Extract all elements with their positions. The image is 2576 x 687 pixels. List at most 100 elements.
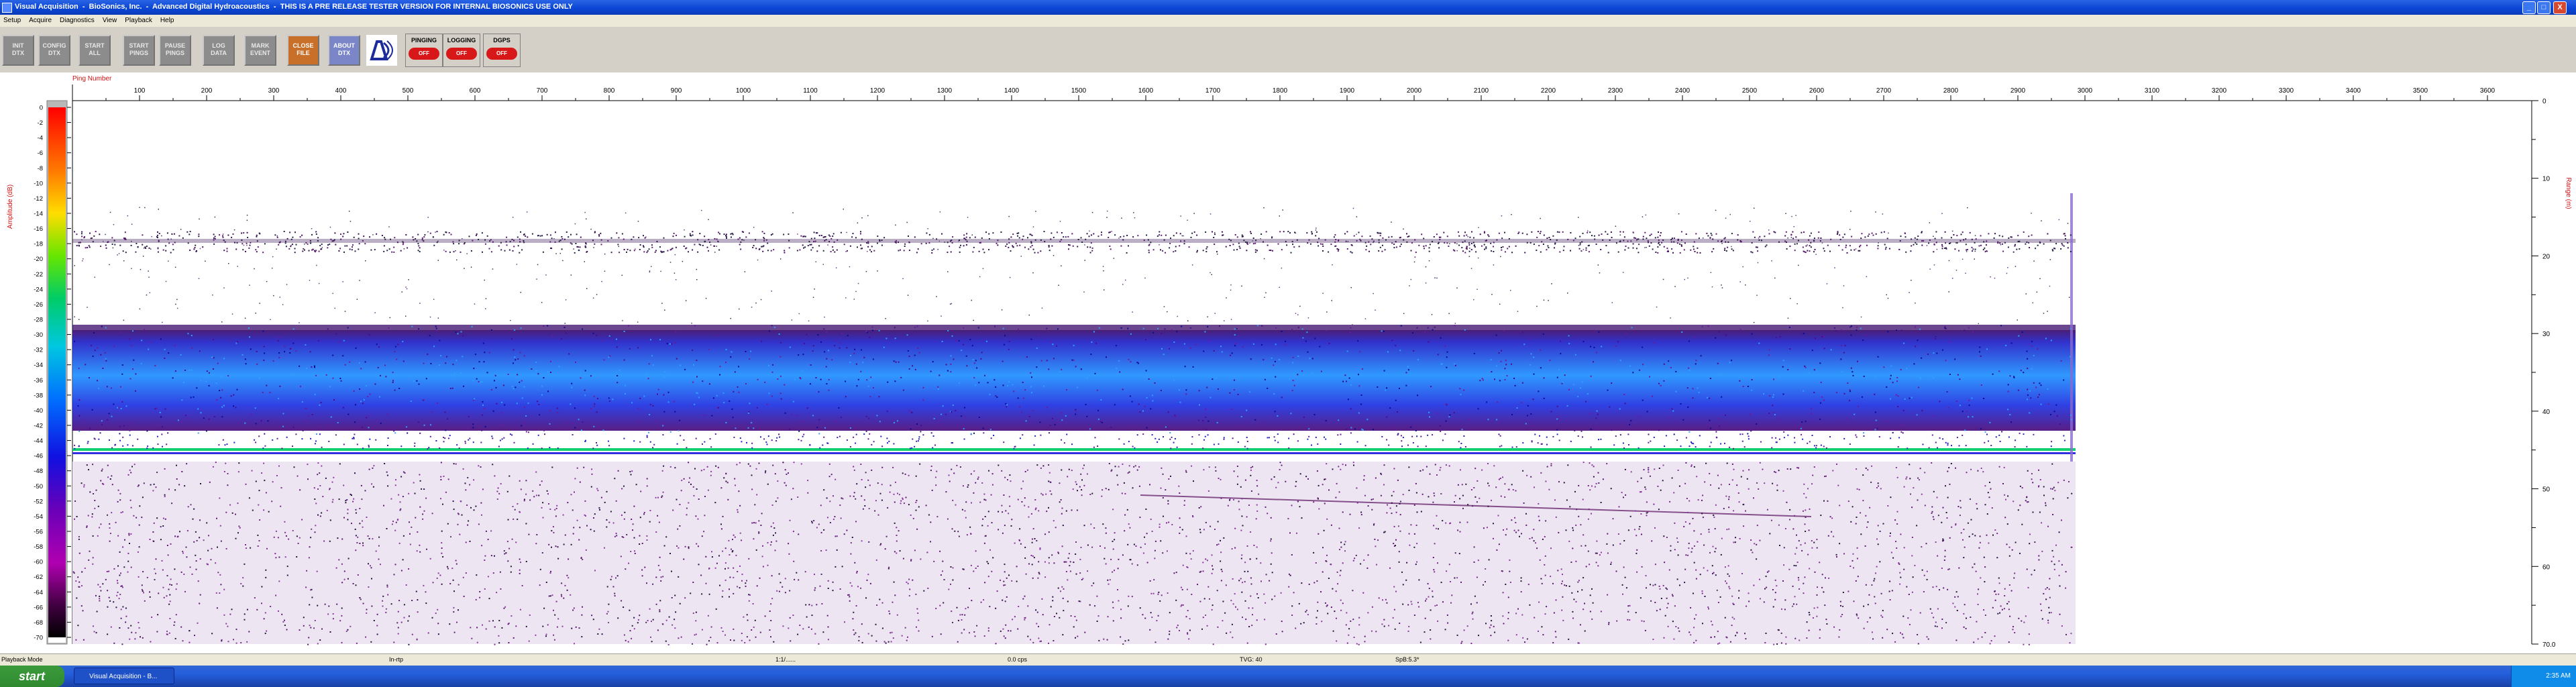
echo-speck <box>1525 423 1527 425</box>
echo-speck <box>1353 637 1355 638</box>
echo-speck <box>1666 248 1668 250</box>
echo-speck <box>1449 243 1450 244</box>
echo-speck <box>1864 236 1866 238</box>
echo-speck <box>865 415 867 417</box>
echo-speck <box>1061 265 1062 266</box>
menu-playback[interactable]: Playback <box>121 15 157 24</box>
echo-speck <box>1935 541 1937 543</box>
close-button[interactable]: X <box>2553 1 2567 14</box>
echo-speck <box>910 514 912 516</box>
echo-speck <box>1580 250 1582 252</box>
menu-view[interactable]: View <box>99 15 122 24</box>
echo-speck <box>1632 372 1634 374</box>
echo-speck <box>1413 533 1415 535</box>
echo-speck <box>1487 505 1489 507</box>
echo-speck <box>1208 339 1210 341</box>
echo-speck <box>1428 341 1430 343</box>
echo-speck <box>308 250 310 252</box>
echo-speck <box>2014 245 2016 247</box>
echo-speck <box>1338 248 1340 250</box>
echo-speck <box>1263 241 1264 243</box>
echo-speck <box>1855 248 1857 250</box>
echo-speck <box>425 497 427 499</box>
echo-speck <box>1240 529 1242 531</box>
echo-speck <box>1420 511 1422 513</box>
echo-speck <box>2055 243 2057 245</box>
button-label: DTX <box>338 50 350 56</box>
echo-speck <box>607 240 609 242</box>
echo-speck <box>665 640 667 642</box>
echo-speck <box>1874 393 1876 395</box>
echo-speck <box>113 224 115 225</box>
config-dtx-button[interactable]: CONFIG DTX <box>38 35 70 66</box>
echo-speck <box>1774 414 1776 416</box>
echo-speck <box>1101 495 1103 497</box>
echo-speck <box>1464 240 1466 242</box>
echo-speck <box>525 235 527 237</box>
echo-speck <box>987 382 989 384</box>
echo-speck <box>234 242 235 244</box>
echo-speck <box>755 302 757 304</box>
init-dtx-button[interactable]: INIT DTX <box>2 35 34 66</box>
echo-speck <box>855 498 857 500</box>
start-all-button[interactable]: START ALL <box>78 35 111 66</box>
echo-speck <box>315 233 317 235</box>
echo-speck <box>1759 462 1761 464</box>
echo-speck <box>1813 607 1815 609</box>
echo-speck <box>1440 493 1442 494</box>
echo-speck <box>1242 346 1244 348</box>
echo-speck <box>1132 311 1133 313</box>
echo-speck <box>547 390 549 392</box>
echo-speck <box>187 417 189 419</box>
echo-speck <box>1809 250 1811 252</box>
echo-speck <box>1388 236 1390 238</box>
menu-diagnostics[interactable]: Diagnostics <box>56 15 99 24</box>
echo-speck <box>2029 412 2031 414</box>
pause-pings-button[interactable]: PAUSE PINGS <box>159 35 191 66</box>
minimize-button[interactable]: _ <box>2522 1 2536 14</box>
menu-setup[interactable]: Setup <box>0 15 25 24</box>
echo-speck <box>1214 232 1216 233</box>
echo-speck <box>1680 244 1682 246</box>
echo-speck <box>1874 411 1876 413</box>
echo-speck <box>290 246 292 248</box>
echo-speck <box>914 368 916 370</box>
echo-speck <box>452 500 454 503</box>
echo-speck <box>1439 425 1441 427</box>
echo-speck <box>1392 617 1394 619</box>
menu-acquire[interactable]: Acquire <box>25 15 56 24</box>
echo-speck <box>1066 389 1067 390</box>
echo-speck <box>517 374 519 376</box>
echo-speck <box>833 233 835 235</box>
button-label: FILE <box>297 50 310 56</box>
echo-speck <box>1766 509 1768 511</box>
echo-speck <box>1328 342 1330 344</box>
maximize-button[interactable]: □ <box>2537 1 2551 14</box>
echo-speck <box>1578 248 1580 250</box>
echo-speck <box>1385 389 1387 391</box>
echo-speck <box>1346 612 1348 614</box>
log-data-button[interactable]: LOG DATA <box>203 35 235 66</box>
echo-speck <box>1030 241 1032 243</box>
dgps-indicator: DGPS OFF <box>483 34 521 67</box>
echo-speck <box>245 250 246 252</box>
echo-speck <box>759 429 761 431</box>
echo-speck <box>1324 239 1326 241</box>
echo-speck <box>1432 241 1433 243</box>
echo-speck <box>737 571 739 572</box>
echo-speck <box>1713 248 1715 250</box>
echo-speck <box>1809 235 1811 237</box>
echo-speck <box>332 354 334 356</box>
about-dtx-button[interactable]: ABOUT DTX <box>328 35 360 66</box>
close-file-button[interactable]: CLOSE FILE <box>287 35 319 66</box>
echo-speck <box>1504 483 1506 485</box>
echo-speck <box>100 246 102 248</box>
start-pings-button[interactable]: START PINGS <box>123 35 155 66</box>
menu-help[interactable]: Help <box>157 15 179 24</box>
echo-speck <box>1981 636 1983 638</box>
echo-speck <box>1597 264 1599 266</box>
mark-event-button[interactable]: MARK EVENT <box>244 35 276 66</box>
echo-speck <box>584 211 586 213</box>
echo-speck <box>1016 245 1018 247</box>
echo-speck <box>327 426 329 428</box>
